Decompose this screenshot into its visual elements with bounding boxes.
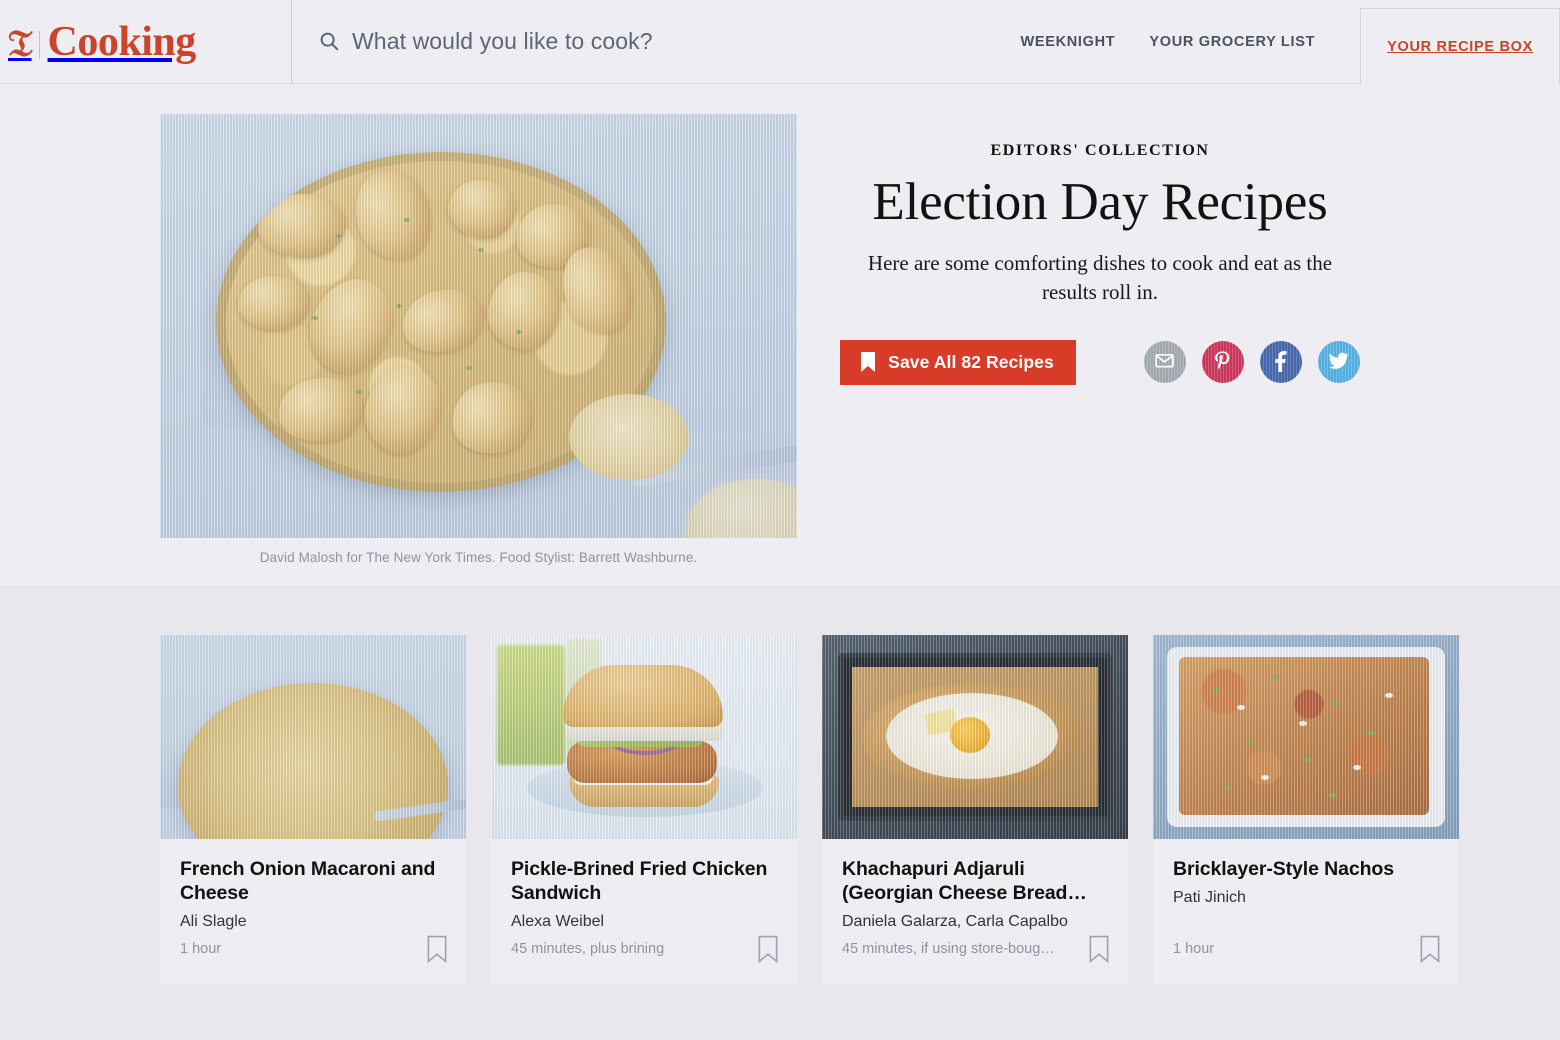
recipe-card-title: Khachapuri Adjaruli (Georgian Cheese Bre… <box>842 858 1087 904</box>
recipe-card-save-button[interactable] <box>1419 935 1441 966</box>
recipe-card[interactable]: Pickle-Brined Fried Chicken Sandwich Ale… <box>491 635 797 985</box>
search-icon <box>318 30 340 52</box>
nav-weeknight[interactable]: WEEKNIGHT <box>1003 0 1132 83</box>
scan-line-overlay <box>491 635 797 839</box>
recipe-card-footer: 45 minutes, if using store-bought … <box>822 932 1128 984</box>
hero-photo <box>160 114 797 538</box>
save-all-recipes-label: Save All 82 Recipes <box>888 351 1054 372</box>
recipe-cards-section: French Onion Macaroni and Cheese Ali Sla… <box>0 587 1560 1040</box>
recipe-card-photo[interactable] <box>822 635 1128 839</box>
logo-divider <box>38 30 40 59</box>
recipe-card[interactable]: Khachapuri Adjaruli (Georgian Cheese Bre… <box>822 635 1128 985</box>
recipe-card-footer: 1 hour <box>1153 932 1459 984</box>
recipe-card-footer: 45 minutes, plus brining <box>491 932 797 984</box>
hero-text-column: EDITORS' COLLECTION Election Day Recipes… <box>800 114 1560 586</box>
facebook-icon <box>1269 349 1293 376</box>
recipe-card-author: Ali Slagle <box>180 912 247 930</box>
recipe-cards-row: French Onion Macaroni and Cheese Ali Sla… <box>0 635 1560 985</box>
page-title: Election Day Recipes <box>872 173 1328 231</box>
recipe-card[interactable]: French Onion Macaroni and Cheese Ali Sla… <box>160 635 466 985</box>
share-email-button[interactable] <box>1143 341 1186 384</box>
recipe-card-title: Bricklayer-Style Nachos <box>1173 858 1394 880</box>
recipe-card-photo[interactable] <box>491 635 797 839</box>
bookmark-outline-icon <box>757 936 779 966</box>
recipe-card-body: French Onion Macaroni and Cheese Ali Sla… <box>160 839 466 932</box>
bookmark-outline-icon <box>426 936 448 966</box>
search-input[interactable] <box>352 28 952 55</box>
share-pinterest-button[interactable] <box>1201 341 1244 384</box>
recipe-card-author: Pati Jinich <box>1173 888 1246 906</box>
recipe-card-body: Pickle-Brined Fried Chicken Sandwich Ale… <box>491 839 797 932</box>
social-share-row <box>1143 341 1360 384</box>
bookmark-outline-icon <box>1088 936 1110 966</box>
share-twitter-button[interactable] <box>1317 341 1360 384</box>
bookmark-flag-icon <box>860 351 876 373</box>
recipe-card-author: Daniela Galarza, Carla Capalbo <box>842 912 1068 930</box>
envelope-icon <box>1154 350 1175 374</box>
recipe-card-photo[interactable] <box>160 635 466 839</box>
scan-line-overlay <box>822 635 1128 839</box>
hero-image-column: David Malosh for The New York Times. Foo… <box>0 114 800 586</box>
save-all-recipes-button[interactable]: Save All 82 Recipes <box>840 339 1076 385</box>
nyt-cooking-logo: 𝔗 Cooking <box>8 21 196 63</box>
scan-line-overlay <box>160 635 466 839</box>
site-header: 𝔗 Cooking WEEKNIGHT YOUR GROCERY LIST YO… <box>0 0 1560 84</box>
recipe-card-photo[interactable] <box>1153 635 1459 839</box>
scan-line-overlay <box>1153 635 1459 839</box>
recipe-card-time: 45 minutes, plus brining <box>511 941 665 958</box>
brand-wordmark: Cooking <box>47 18 197 65</box>
pinterest-icon <box>1210 348 1235 376</box>
recipe-card-body: Bricklayer-Style Nachos Pati Jinich <box>1153 839 1459 932</box>
recipe-card-footer: 1 hour <box>160 932 466 984</box>
share-facebook-button[interactable] <box>1259 341 1302 384</box>
nav-your-recipe-box[interactable]: YOUR RECIPE BOX <box>1360 8 1560 84</box>
recipe-card-save-button[interactable] <box>1088 935 1110 966</box>
recipe-card-title: Pickle-Brined Fried Chicken Sandwich <box>511 858 768 904</box>
hero-section: David Malosh for The New York Times. Foo… <box>0 84 1560 587</box>
collection-kicker: EDITORS' COLLECTION <box>990 142 1210 159</box>
recipe-card-time: 45 minutes, if using store-bought … <box>842 941 1057 958</box>
brand-logo-link[interactable]: 𝔗 Cooking <box>0 0 292 83</box>
recipe-card-time: 1 hour <box>180 941 222 958</box>
recipe-card-title: French Onion Macaroni and Cheese <box>180 858 436 904</box>
hero-photo-spoon-scoop <box>569 394 689 480</box>
page-subtitle: Here are some comforting dishes to cook … <box>867 251 1333 304</box>
header-nav: WEEKNIGHT YOUR GROCERY LIST YOUR RECIPE … <box>1003 0 1560 84</box>
nav-grocery-list[interactable]: YOUR GROCERY LIST <box>1132 0 1332 83</box>
hero-actions: Save All 82 Recipes <box>800 339 1400 385</box>
recipe-card-author: Alexa Weibel <box>511 912 605 930</box>
hero-photo-bowl <box>681 474 797 538</box>
search-area[interactable] <box>292 0 1003 83</box>
photo-credit: David Malosh for The New York Times. Foo… <box>259 550 698 565</box>
bookmark-outline-icon <box>1419 936 1441 966</box>
recipe-card-time: 1 hour <box>1173 941 1215 958</box>
recipe-card-body: Khachapuri Adjaruli (Georgian Cheese Bre… <box>822 839 1128 932</box>
recipe-card-save-button[interactable] <box>757 935 779 966</box>
nyt-t-icon: 𝔗 <box>8 23 33 65</box>
twitter-icon <box>1327 349 1350 375</box>
recipe-card[interactable]: Bricklayer-Style Nachos Pati Jinich 1 ho… <box>1153 635 1459 985</box>
recipe-card-save-button[interactable] <box>426 935 448 966</box>
